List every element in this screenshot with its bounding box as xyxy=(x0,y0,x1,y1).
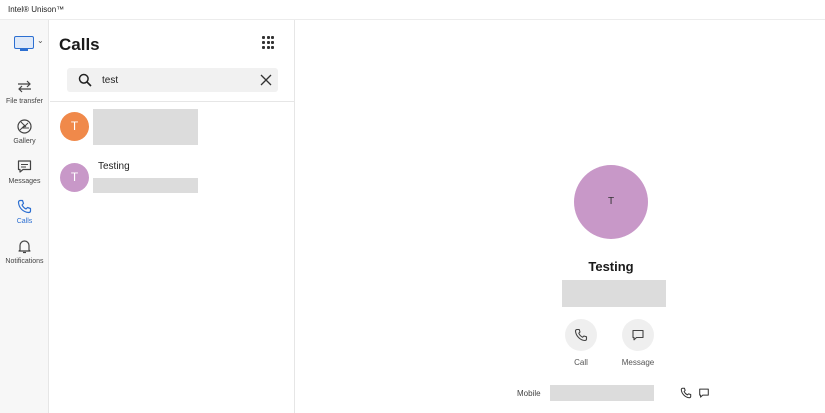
device-switcher[interactable]: ⌄ xyxy=(14,34,46,52)
search-input[interactable] xyxy=(102,72,252,88)
search-box[interactable] xyxy=(67,68,278,92)
nav-item-notifications[interactable]: Notifications xyxy=(0,238,49,278)
nav-label-calls: Calls xyxy=(16,218,33,225)
title-bar: Intel® Unison™ xyxy=(0,0,825,20)
avatar: T xyxy=(60,163,89,192)
call-action[interactable]: Call xyxy=(565,319,601,367)
chevron-down-icon: ⌄ xyxy=(37,36,44,45)
dialpad-button[interactable] xyxy=(262,36,276,50)
messages-icon xyxy=(17,160,32,173)
search-icon xyxy=(78,73,92,87)
redacted-detail-number xyxy=(562,280,666,307)
gallery-icon xyxy=(17,119,32,134)
message-action[interactable]: Message xyxy=(622,319,658,367)
nav-label-gallery: Gallery xyxy=(13,138,36,145)
call-button[interactable] xyxy=(565,319,597,351)
contact-avatar: T xyxy=(574,165,648,239)
number-type-label: Mobile xyxy=(517,389,541,398)
nav-item-gallery[interactable]: Gallery xyxy=(0,118,49,158)
list-divider xyxy=(50,101,295,102)
redacted-contact-info xyxy=(93,109,198,145)
message-icon xyxy=(632,329,644,341)
calls-icon xyxy=(17,199,32,214)
app-title: Intel® Unison™ xyxy=(8,5,65,14)
file-transfer-icon xyxy=(18,80,31,93)
contact-name: Testing xyxy=(98,161,130,172)
message-label: Message xyxy=(621,358,655,367)
clear-search-icon[interactable] xyxy=(260,74,272,86)
dialpad-icon xyxy=(262,36,265,39)
notifications-icon xyxy=(18,240,31,254)
monitor-icon xyxy=(14,36,34,51)
nav-item-messages[interactable]: Messages xyxy=(0,158,49,198)
nav-item-calls[interactable]: Calls xyxy=(0,198,49,238)
contact-result-row[interactable]: T Testing xyxy=(50,158,295,206)
nav-rail: ⌄ File transfer Gallery Messages Calls N… xyxy=(0,20,49,413)
nav-label-messages: Messages xyxy=(8,178,41,185)
avatar: T xyxy=(60,112,89,141)
call-label: Call xyxy=(574,358,588,367)
row-message-icon[interactable] xyxy=(698,387,710,399)
nav-item-file-transfer[interactable]: File transfer xyxy=(0,78,49,118)
page-title: Calls xyxy=(59,35,100,54)
redacted-phone-number xyxy=(550,385,654,401)
contact-result-row[interactable]: T xyxy=(50,107,295,155)
nav-label-notifications: Notifications xyxy=(5,258,44,265)
phone-icon xyxy=(574,328,588,342)
message-button[interactable] xyxy=(622,319,654,351)
row-call-icon[interactable] xyxy=(680,387,692,399)
nav-label-file-transfer: File transfer xyxy=(6,98,43,105)
contact-detail-name: Testing xyxy=(588,259,634,274)
redacted-contact-number xyxy=(93,178,198,193)
calls-list-pane: Calls T T Testing xyxy=(50,20,295,413)
contact-detail-pane: T Testing Call Message Mobile xyxy=(296,20,825,413)
